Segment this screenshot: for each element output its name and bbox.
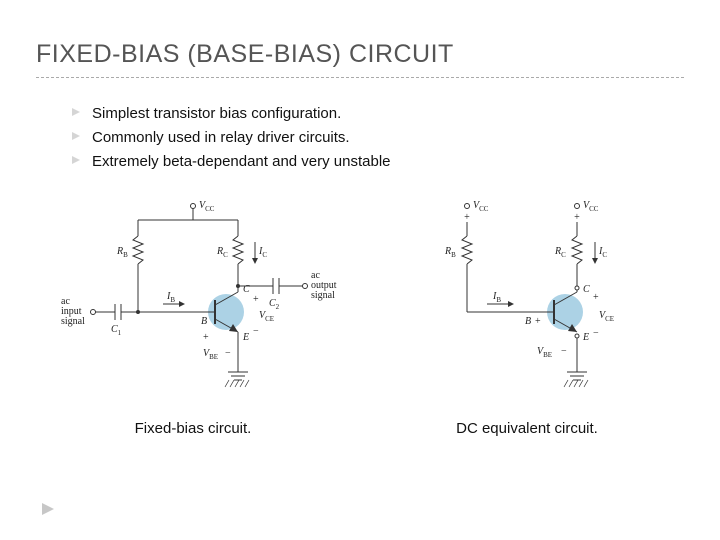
figure-left: VCC RB RC IC acinputsignal <box>36 192 350 437</box>
bullet-item: Simplest transistor bias configuration. <box>72 102 684 126</box>
slide-marker-icon <box>42 502 56 514</box>
svg-text:VCE: VCE <box>599 310 614 323</box>
svg-text:IB: IB <box>492 291 501 304</box>
svg-text:IC: IC <box>258 246 267 259</box>
svg-text:B: B <box>525 316 531 327</box>
svg-text:+: + <box>535 316 541 327</box>
svg-text:−: − <box>225 348 231 359</box>
svg-text:C1: C1 <box>111 324 122 337</box>
svg-text:C2: C2 <box>269 298 280 311</box>
svg-text:RC: RC <box>216 246 228 259</box>
svg-text:RB: RB <box>444 246 456 259</box>
bullet-item: Extremely beta-dependant and very unstab… <box>72 150 684 174</box>
svg-text:+: + <box>593 292 599 303</box>
svg-text:−: − <box>561 346 567 357</box>
svg-text:VCC: VCC <box>199 200 215 213</box>
svg-text:E: E <box>242 332 249 343</box>
circuit-dc-equivalent: VCC + RB VCC + RC IC IB <box>370 192 684 412</box>
svg-text:RB: RB <box>116 246 128 259</box>
svg-text:acinputsignal: acinputsignal <box>61 296 85 327</box>
svg-text:IC: IC <box>598 246 607 259</box>
svg-text:VBE: VBE <box>537 346 552 359</box>
svg-text:VCC: VCC <box>583 200 599 213</box>
svg-text:VCC: VCC <box>473 200 489 213</box>
svg-text:acoutputsignal: acoutputsignal <box>311 270 337 301</box>
svg-text:+: + <box>574 212 580 223</box>
svg-text:−: − <box>593 328 599 339</box>
svg-text:VCE: VCE <box>259 310 274 323</box>
caption-right: DC equivalent circuit. <box>456 420 598 437</box>
svg-text:+: + <box>464 212 470 223</box>
figure-right: VCC + RB VCC + RC IC IB <box>370 192 684 437</box>
svg-text:E: E <box>582 332 589 343</box>
svg-text:−: − <box>253 326 259 337</box>
svg-text:B: B <box>201 316 207 327</box>
svg-text:VBE: VBE <box>203 348 218 361</box>
circuit-fixed-bias: VCC RB RC IC acinputsignal <box>36 192 350 412</box>
bullet-item: Commonly used in relay driver circuits. <box>72 126 684 150</box>
svg-text:+: + <box>203 332 209 343</box>
svg-text:C: C <box>583 284 590 295</box>
svg-text:IB: IB <box>166 291 175 304</box>
caption-left: Fixed-bias circuit. <box>135 420 252 437</box>
page-title: FIXED-BIAS (BASE-BIAS) CIRCUIT <box>36 40 684 69</box>
figures-row: VCC RB RC IC acinputsignal <box>36 192 684 437</box>
svg-text:RC: RC <box>554 246 566 259</box>
svg-text:+: + <box>253 294 259 305</box>
bullet-list: Simplest transistor bias configuration. … <box>72 102 684 174</box>
title-divider <box>36 77 684 78</box>
